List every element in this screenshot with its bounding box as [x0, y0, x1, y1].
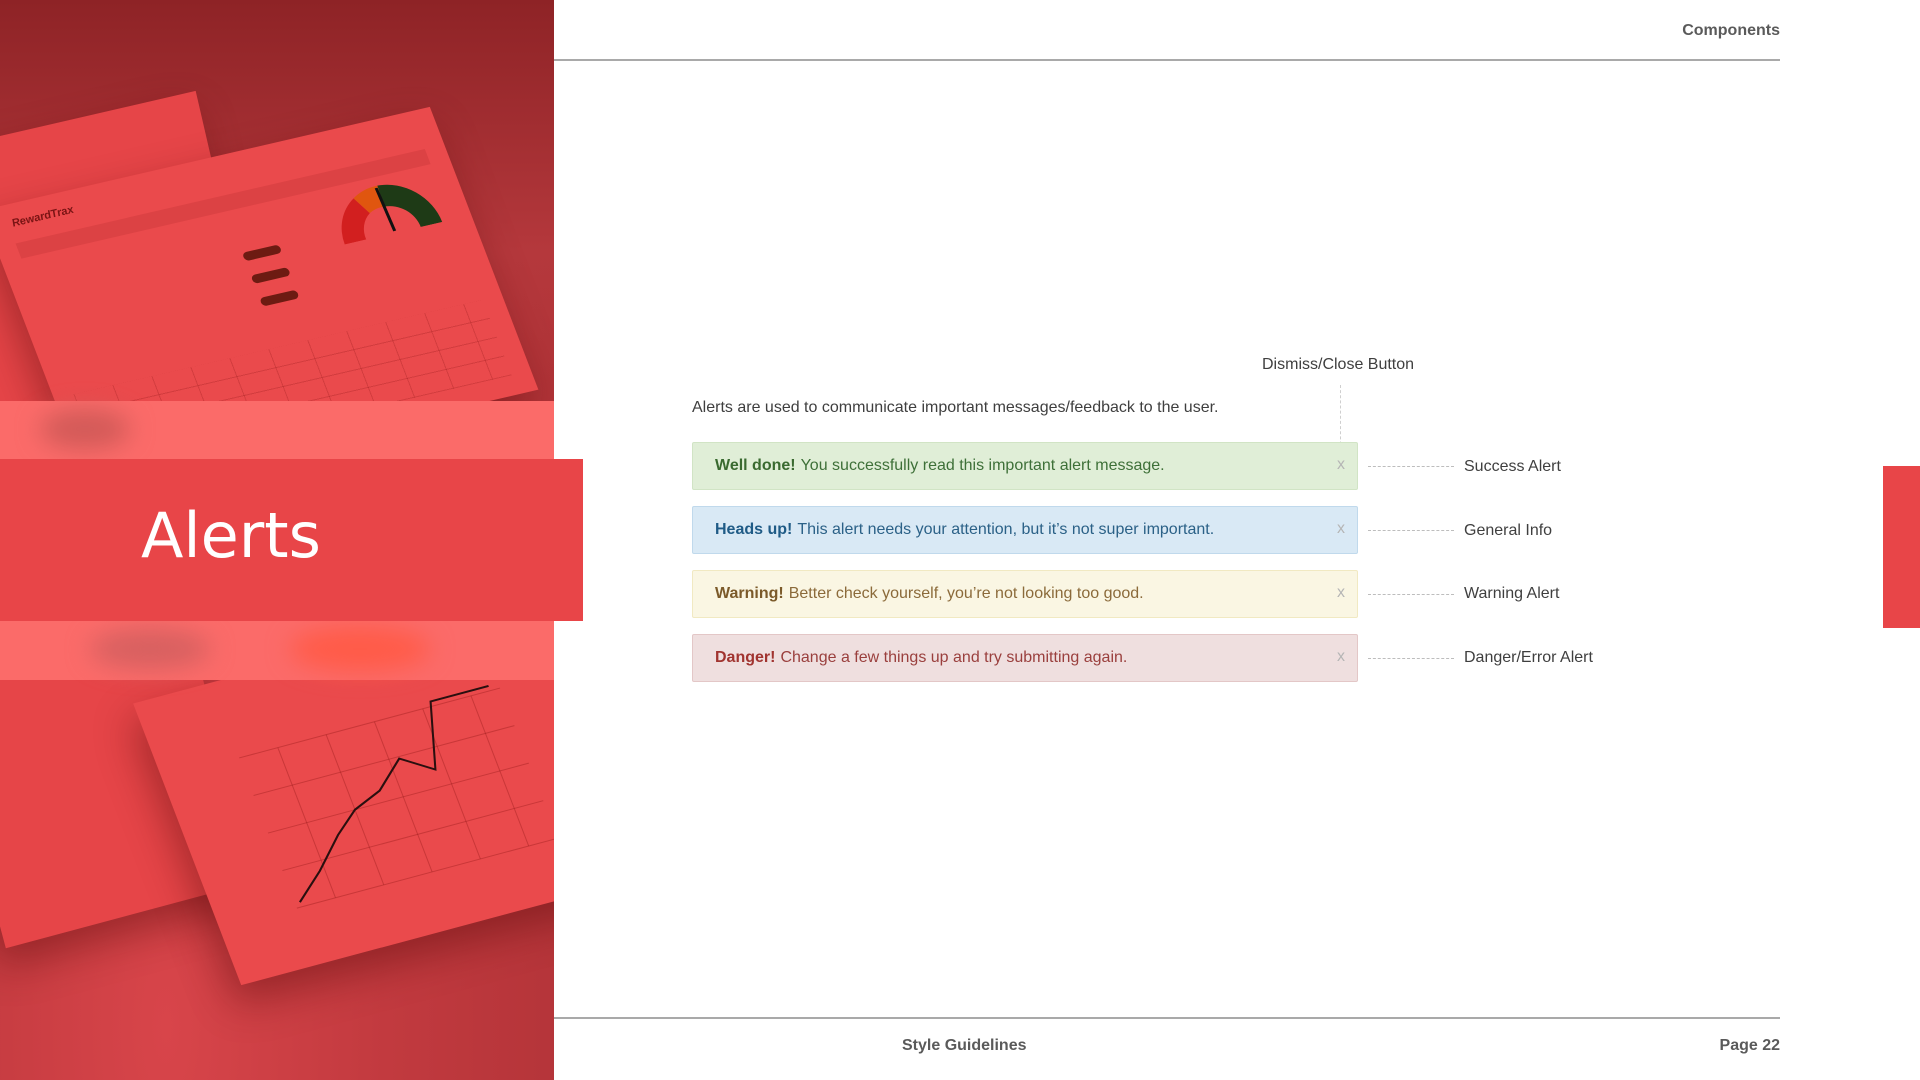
hero-band-lower	[0, 621, 554, 680]
alert-heading: Danger!	[715, 649, 776, 666]
mockup-pill	[259, 289, 300, 307]
warning-callout-label: Warning Alert	[1464, 585, 1560, 602]
danger-callout-line	[1368, 658, 1454, 659]
dismiss-callout-label: Dismiss/Close Button	[1262, 356, 1415, 373]
success-alert: Well done! You successfully read this im…	[692, 442, 1358, 490]
close-icon[interactable]: x	[1337, 456, 1345, 474]
warning-alert: Warning! Better check yourself, you’re n…	[692, 570, 1358, 618]
mockup-line-chart	[239, 685, 554, 909]
alert-message: Change a few things up and try submittin…	[780, 649, 1128, 666]
footer-divider	[554, 1017, 1780, 1019]
success-callout-label: Success Alert	[1464, 458, 1561, 475]
warning-callout-line	[1368, 594, 1454, 595]
page-number: Page 22	[1719, 1037, 1780, 1054]
close-icon[interactable]: x	[1337, 648, 1345, 666]
alert-heading: Heads up!	[715, 521, 793, 538]
edge-tab	[1883, 466, 1920, 628]
alert-heading: Well done!	[715, 457, 796, 474]
section-label: Components	[1682, 22, 1780, 39]
success-callout-line	[1368, 466, 1454, 467]
intro-text: Alerts are used to communicate important…	[692, 399, 1219, 416]
mockup-pill	[241, 244, 283, 262]
alert-heading: Warning!	[715, 585, 784, 602]
alert-message: You successfully read this important ale…	[800, 457, 1165, 474]
mockup-logo: RewardTrax	[10, 204, 76, 230]
alert-message: Better check yourself, you’re not lookin…	[788, 585, 1144, 602]
info-callout-label: General Info	[1464, 522, 1553, 539]
footer-title: Style Guidelines	[902, 1037, 1027, 1054]
header-divider	[554, 59, 1780, 61]
close-icon[interactable]: x	[1337, 584, 1345, 602]
close-icon[interactable]: x	[1337, 520, 1345, 538]
danger-alert: Danger! Change a few things up and try s…	[692, 634, 1358, 682]
mockup-pill	[250, 266, 291, 284]
alert-message: This alert needs your attention, but it’…	[797, 521, 1215, 538]
hero-band-upper	[0, 401, 554, 459]
info-callout-line	[1368, 530, 1454, 531]
info-alert: Heads up! This alert needs your attentio…	[692, 506, 1358, 554]
page-title: Alerts	[141, 499, 321, 572]
danger-callout-label: Danger/Error Alert	[1464, 649, 1593, 666]
